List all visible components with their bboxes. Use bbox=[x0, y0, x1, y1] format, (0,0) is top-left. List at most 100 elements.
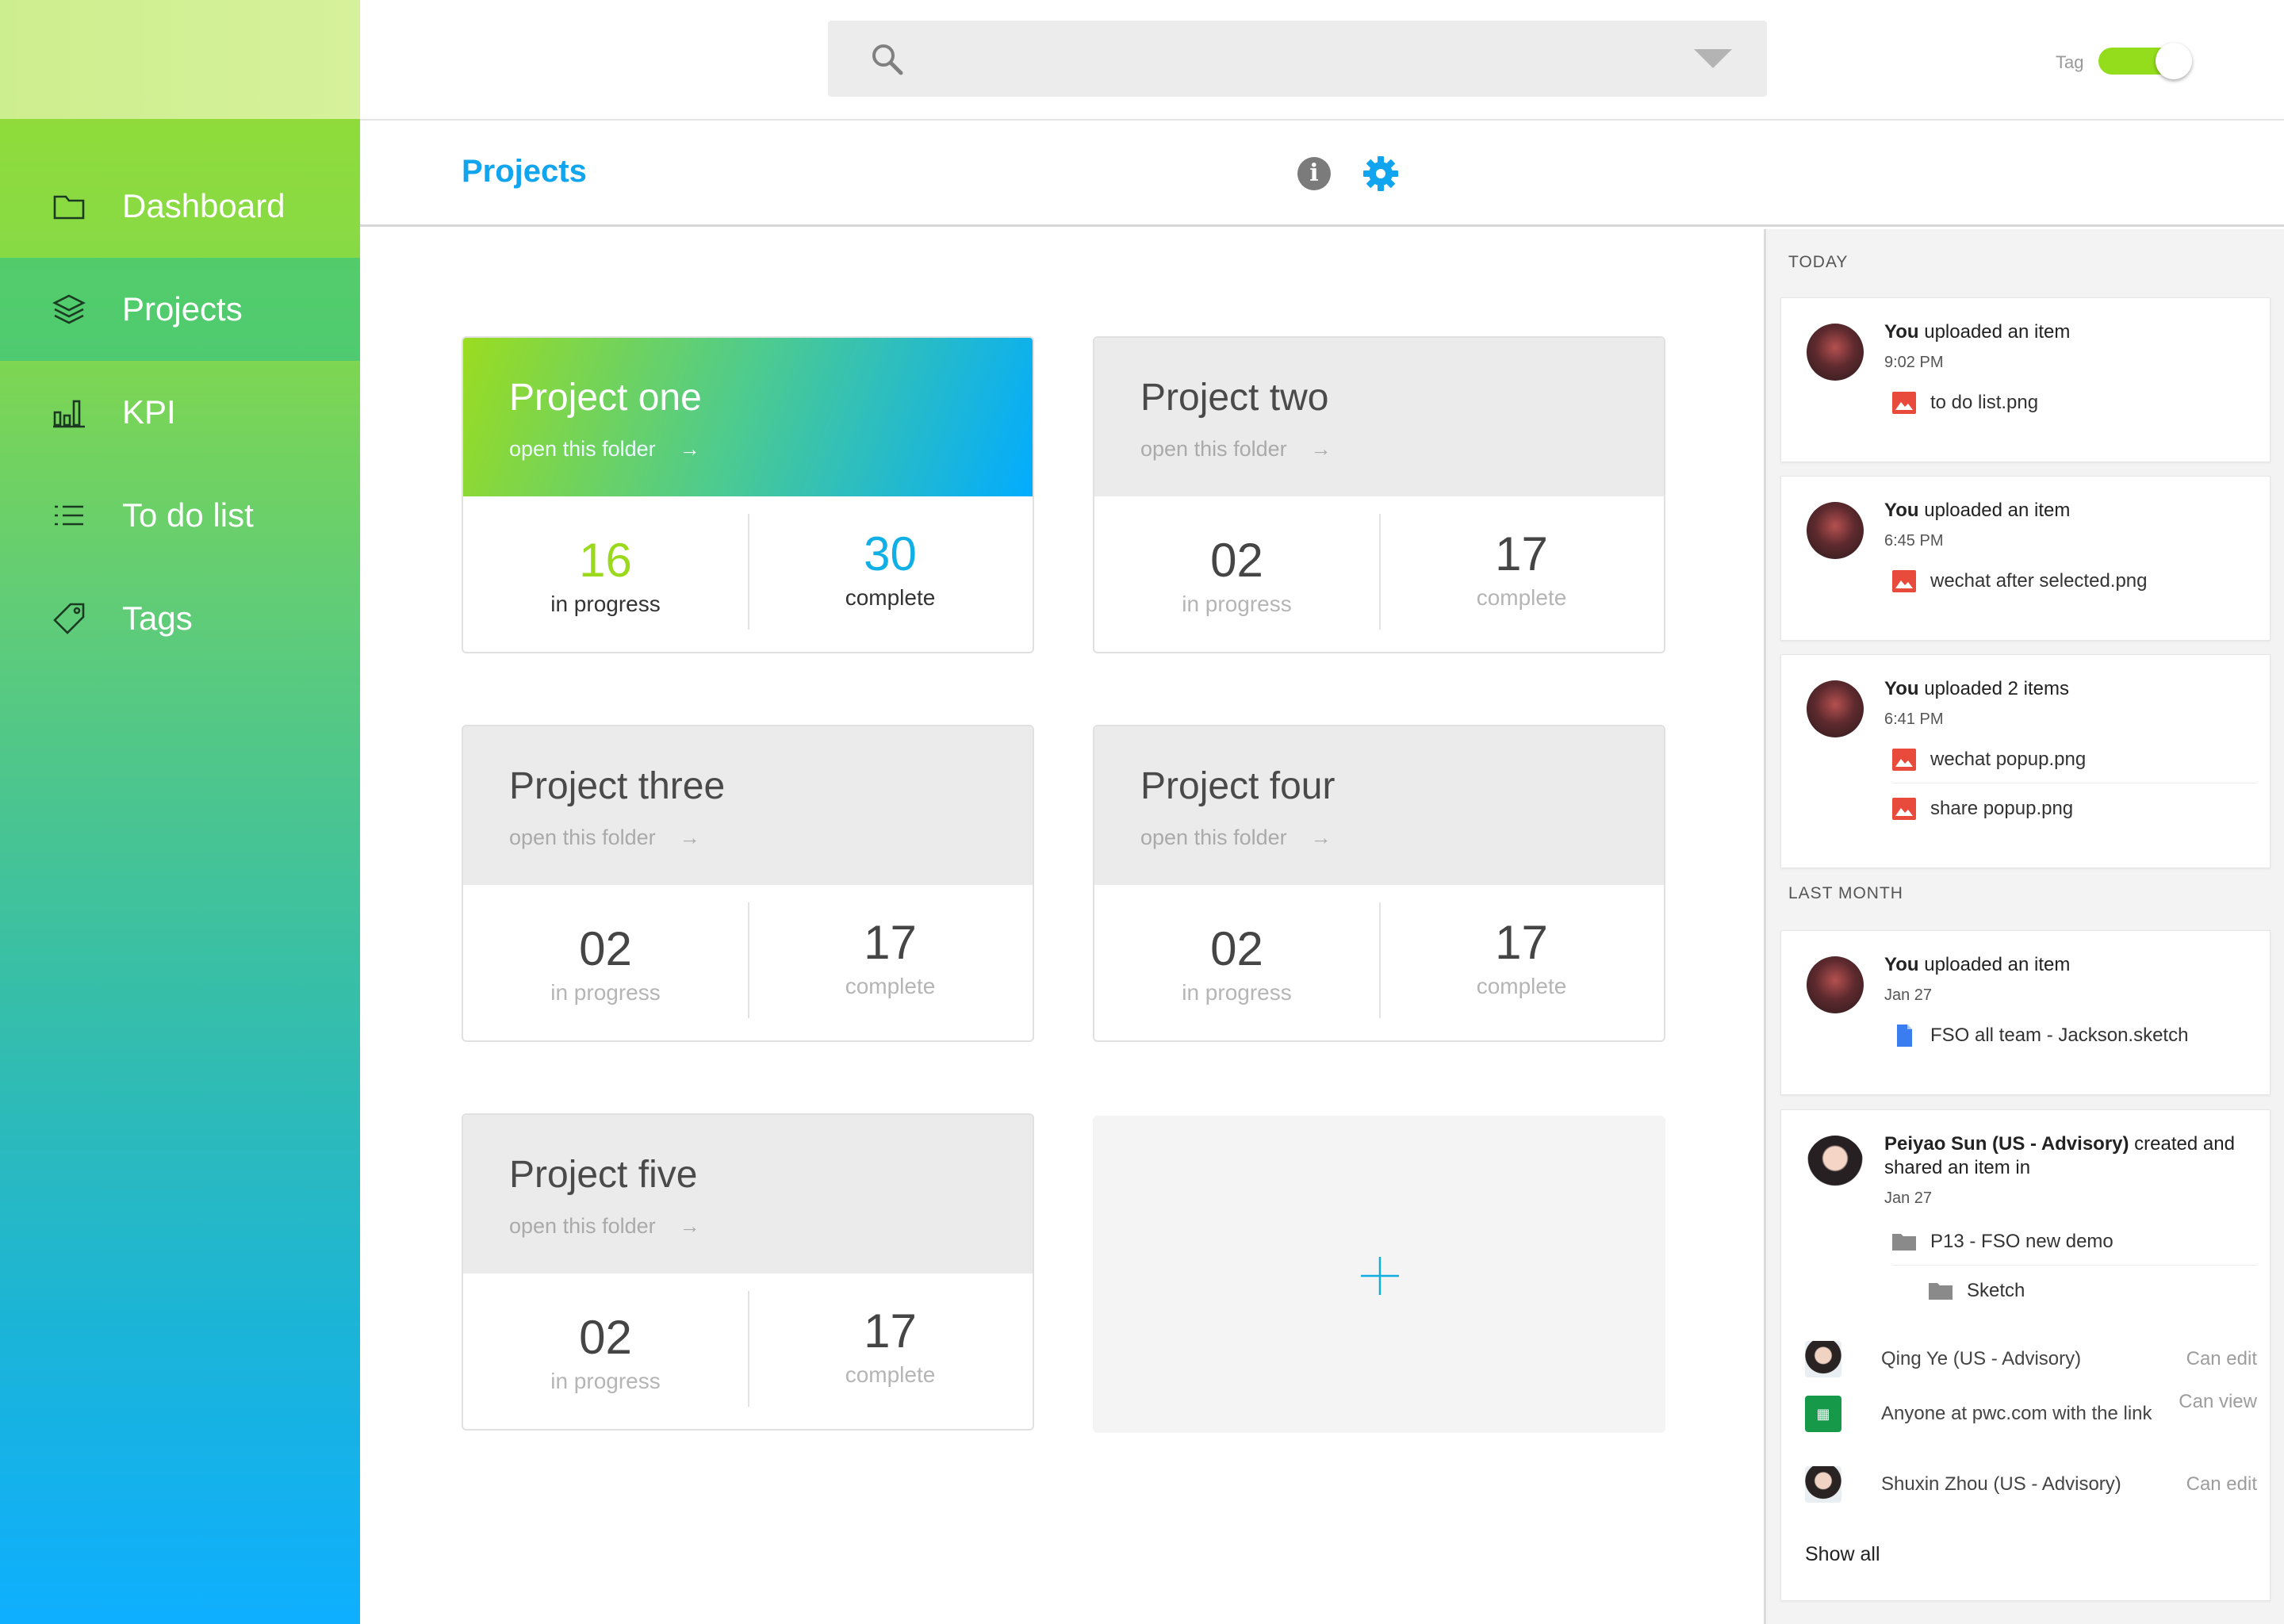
activity-item[interactable]: You uploaded 2 items 6:41 PM wechat popu… bbox=[1780, 654, 2271, 868]
open-folder-link[interactable]: open this folder → bbox=[509, 1214, 1033, 1239]
sidebar-item-label: KPI bbox=[122, 393, 176, 431]
sidebar-item-label: Dashboard bbox=[122, 187, 286, 224]
project-card-header: Project three open this folder → bbox=[463, 726, 1033, 885]
file-item[interactable]: wechat popup.png bbox=[1892, 736, 2257, 783]
activity-action: uploaded 2 items bbox=[1918, 678, 2070, 699]
in-progress-stat: 02 in progress bbox=[1094, 885, 1379, 1040]
in-progress-count: 02 bbox=[579, 922, 632, 975]
arrow-right-icon: → bbox=[679, 437, 700, 461]
project-card-header: Project one open this folder → bbox=[463, 338, 1033, 496]
file-item[interactable]: share popup.png bbox=[1892, 785, 2073, 833]
layers-icon bbox=[51, 291, 87, 327]
open-folder-link[interactable]: open this folder → bbox=[509, 825, 1033, 850]
activity-actor: You bbox=[1884, 500, 1919, 521]
activity-item[interactable]: You uploaded an item 9:02 PM to do list.… bbox=[1780, 297, 2271, 462]
avatar bbox=[1807, 502, 1864, 559]
in-progress-count: 02 bbox=[1210, 534, 1263, 587]
divider bbox=[1379, 902, 1381, 1018]
sidebar-item-dashboard[interactable]: Dashboard bbox=[0, 155, 360, 258]
project-stats: 16 in progress 30 complete bbox=[463, 496, 1033, 652]
file-name: wechat after selected.png bbox=[1930, 570, 2148, 592]
projects-grid: Project one open this folder → 16 in pro… bbox=[360, 229, 1764, 1624]
complete-stat: 17 complete bbox=[748, 1274, 1033, 1429]
sidebar-item-to-do-list[interactable]: To do list bbox=[0, 464, 360, 567]
shared-user-row[interactable]: Shuxin Zhou (US - Advisory) Can edit bbox=[1805, 1461, 2257, 1508]
file-item[interactable]: FSO all team - Jackson.sketch bbox=[1892, 1012, 2188, 1059]
arrow-right-icon: → bbox=[1310, 825, 1332, 849]
search-input[interactable] bbox=[923, 21, 1653, 97]
file-item[interactable]: wechat after selected.png bbox=[1892, 557, 2148, 605]
shared-user-name: Qing Ye (US - Advisory) bbox=[1881, 1348, 2082, 1369]
in-progress-stat: 16 in progress bbox=[463, 496, 748, 652]
folder-item[interactable]: P13 - FSO new demo bbox=[1892, 1218, 2257, 1266]
project-card[interactable]: Project one open this folder → 16 in pro… bbox=[462, 336, 1034, 653]
info-icon[interactable]: i bbox=[1297, 157, 1331, 190]
open-folder-link[interactable]: open this folder → bbox=[1140, 825, 1664, 850]
gear-icon[interactable] bbox=[1361, 154, 1401, 193]
open-folder-link[interactable]: open this folder → bbox=[509, 437, 1033, 462]
in-progress-count: 16 bbox=[579, 534, 632, 587]
activity-panel: TODAY You uploaded an item 9:02 PM to do… bbox=[1764, 229, 2284, 1624]
avatar bbox=[1805, 1341, 1841, 1377]
sidebar: Dashboard Projects KPI To do list Tags bbox=[0, 0, 360, 1624]
file-name: wechat popup.png bbox=[1930, 748, 2087, 770]
tag-toggle-label: Tag bbox=[2056, 52, 2084, 72]
activity-item[interactable]: Peiyao Sun (US - Advisory) created and s… bbox=[1780, 1109, 2271, 1601]
project-card[interactable]: Project five open this folder → 02 in pr… bbox=[462, 1113, 1034, 1431]
project-card[interactable]: Project two open this folder → 02 in pro… bbox=[1093, 336, 1665, 653]
project-stats: 02 in progress 17 complete bbox=[463, 1274, 1033, 1429]
project-card-header: Project five open this folder → bbox=[463, 1115, 1033, 1274]
activity-time: 6:41 PM bbox=[1884, 710, 1944, 728]
in-progress-count: 02 bbox=[579, 1311, 632, 1364]
file-item[interactable]: to do list.png bbox=[1892, 379, 2038, 427]
shared-user-row[interactable]: ▦ Anyone at pwc.com with the link Can vi… bbox=[1805, 1388, 2257, 1440]
complete-label: complete bbox=[845, 1362, 936, 1387]
plus-icon bbox=[1361, 1257, 1399, 1295]
sidebar-item-tags[interactable]: Tags bbox=[0, 567, 360, 670]
page-header: Projects i bbox=[360, 121, 2284, 227]
shared-user-row[interactable]: Qing Ye (US - Advisory) Can edit bbox=[1805, 1335, 2257, 1383]
add-project-button[interactable] bbox=[1093, 1116, 1665, 1433]
project-title: Project four bbox=[1140, 765, 1336, 807]
open-folder-label: open this folder bbox=[509, 1214, 656, 1238]
project-title: Project five bbox=[509, 1154, 698, 1196]
toggle-knob[interactable] bbox=[2156, 43, 2192, 79]
folder-item[interactable]: Sketch bbox=[1929, 1267, 2025, 1315]
sidebar-item-projects[interactable]: Projects bbox=[0, 258, 360, 361]
avatar bbox=[1807, 1136, 1864, 1193]
project-card[interactable]: Project four open this folder → 02 in pr… bbox=[1093, 725, 1665, 1042]
sidebar-item-kpi[interactable]: KPI bbox=[0, 361, 360, 464]
open-folder-label: open this folder bbox=[1140, 825, 1287, 849]
activity-title: You uploaded an item bbox=[1884, 320, 2257, 344]
in-progress-stat: 02 in progress bbox=[1094, 496, 1379, 652]
project-card[interactable]: Project three open this folder → 02 in p… bbox=[462, 725, 1034, 1042]
activity-item[interactable]: You uploaded an item Jan 27 FSO all team… bbox=[1780, 930, 2271, 1095]
permission-label[interactable]: Can view bbox=[2179, 1391, 2257, 1413]
arrow-right-icon: → bbox=[1310, 437, 1332, 461]
search-icon[interactable] bbox=[869, 41, 906, 78]
chevron-down-icon[interactable] bbox=[1694, 49, 1732, 68]
search-box[interactable] bbox=[828, 21, 1767, 97]
sidebar-logo-area bbox=[0, 0, 360, 119]
open-folder-label: open this folder bbox=[509, 437, 656, 461]
avatar bbox=[1807, 324, 1864, 381]
image-file-icon bbox=[1892, 748, 1916, 771]
in-progress-label: in progress bbox=[550, 1369, 661, 1393]
tag-icon bbox=[51, 600, 87, 637]
activity-item[interactable]: You uploaded an item 6:45 PM wechat afte… bbox=[1780, 476, 2271, 641]
complete-label: complete bbox=[845, 974, 936, 998]
section-label-today: TODAY bbox=[1788, 253, 1849, 271]
show-all-link[interactable]: Show all bbox=[1805, 1543, 1880, 1566]
project-title: Project two bbox=[1140, 377, 1329, 419]
permission-label[interactable]: Can edit bbox=[2186, 1348, 2257, 1370]
permission-label[interactable]: Can edit bbox=[2186, 1473, 2257, 1496]
tag-toggle[interactable] bbox=[2098, 43, 2192, 79]
project-stats: 02 in progress 17 complete bbox=[1094, 496, 1664, 652]
organization-icon: ▦ bbox=[1805, 1396, 1841, 1432]
activity-time: Jan 27 bbox=[1884, 986, 1933, 1004]
complete-count: 17 bbox=[864, 1304, 917, 1358]
divider bbox=[1379, 514, 1381, 630]
open-folder-link[interactable]: open this folder → bbox=[1140, 437, 1664, 462]
complete-stat: 30 complete bbox=[748, 496, 1033, 652]
project-title: Project three bbox=[509, 765, 726, 807]
